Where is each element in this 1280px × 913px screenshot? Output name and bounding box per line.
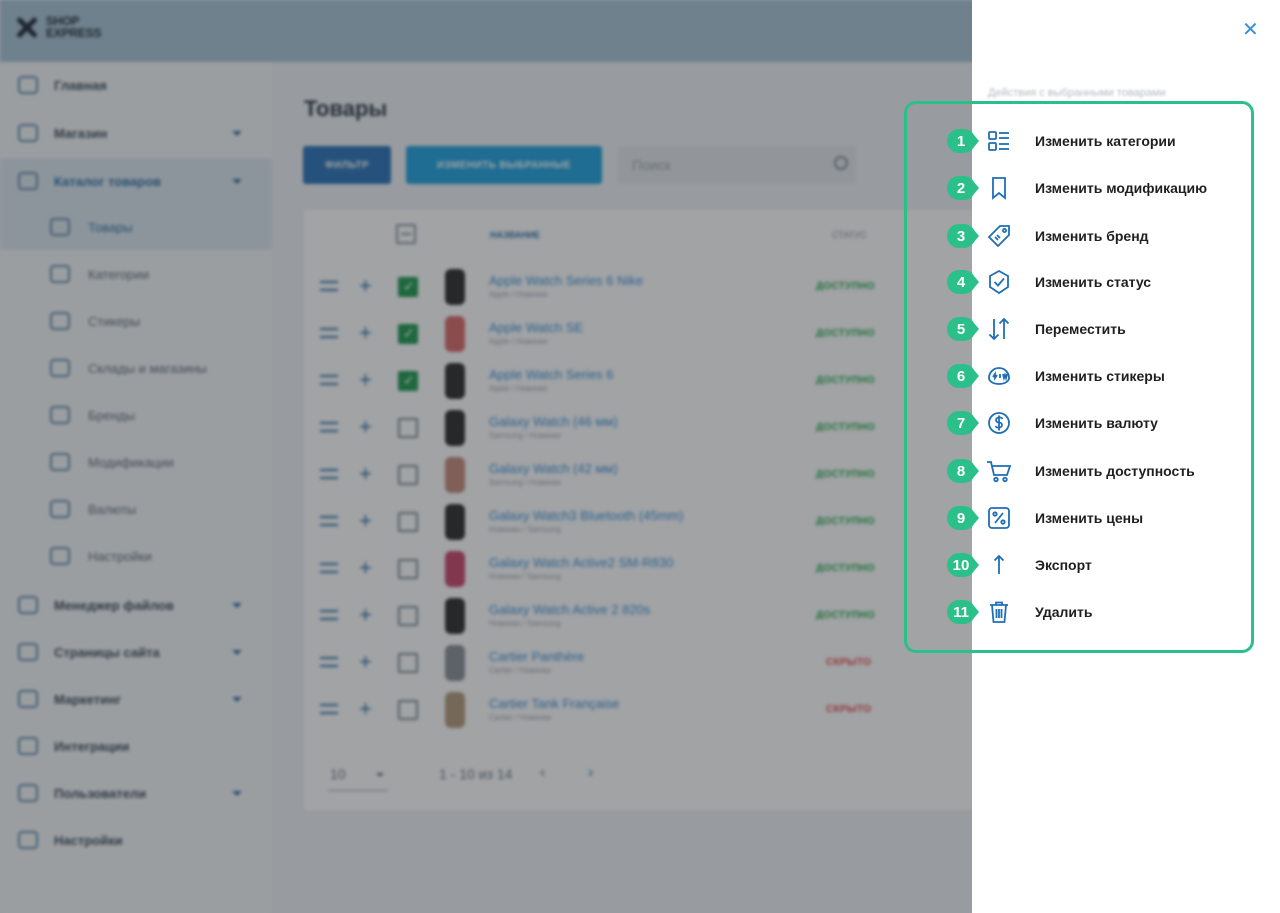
step-number: 5 <box>956 321 966 338</box>
step-number: 2 <box>956 180 966 197</box>
percent-icon <box>986 505 1012 531</box>
action-change-prices[interactable]: 9 Изменить цены <box>946 498 1246 538</box>
close-icon[interactable]: ✕ <box>1242 20 1259 40</box>
step-number: 6 <box>956 368 966 385</box>
step-number: 4 <box>956 274 966 291</box>
step-number: 1 <box>956 133 966 150</box>
step-number: 8 <box>956 463 966 480</box>
action-change-availability[interactable]: 8 Изменить доступность <box>946 451 1246 491</box>
step-badge: 5 <box>946 316 980 342</box>
step-badge: 8 <box>946 458 980 484</box>
step-number: 3 <box>956 228 966 245</box>
action-label: Изменить доступность <box>1035 463 1195 479</box>
step-badge: 10 <box>946 552 980 578</box>
action-label: Изменить бренд <box>1035 228 1149 244</box>
action-label: Удалить <box>1035 604 1093 620</box>
drawer-subtitle: Действия с выбранными товарами <box>988 87 1166 99</box>
action-move[interactable]: 5 Переместить <box>946 309 1246 349</box>
step-badge: 6 <box>946 363 980 389</box>
action-change-modification[interactable]: 2 Изменить модификацию <box>946 168 1246 208</box>
action-change-status[interactable]: 4 Изменить статус <box>946 262 1246 302</box>
step-number: 9 <box>956 510 966 527</box>
action-change-brand[interactable]: 3 Изменить бренд <box>946 216 1246 256</box>
sticker-icon <box>986 363 1012 389</box>
action-label: Изменить валюту <box>1035 415 1158 431</box>
step-badge: 2 <box>946 175 980 201</box>
action-change-categories[interactable]: 1 Изменить категории <box>946 121 1246 161</box>
cart-icon <box>986 458 1012 484</box>
step-number: 10 <box>952 557 970 574</box>
action-label: Изменить цены <box>1035 510 1144 526</box>
bookmark-icon <box>986 175 1012 201</box>
action-label: Изменить статус <box>1035 274 1152 290</box>
step-badge: 9 <box>946 505 980 531</box>
action-export[interactable]: 10 Экспорт <box>946 545 1246 585</box>
action-change-currency[interactable]: 7 Изменить валюту <box>946 403 1246 443</box>
step-badge: 7 <box>946 410 980 436</box>
step-badge: 11 <box>946 599 980 625</box>
step-badge: 1 <box>946 128 980 154</box>
export-arrow-icon <box>986 552 1012 578</box>
action-label: Изменить стикеры <box>1035 368 1165 384</box>
step-badge: 3 <box>946 223 980 249</box>
tag-icon <box>986 223 1012 249</box>
dollar-icon <box>986 410 1012 436</box>
trash-icon <box>986 599 1012 625</box>
step-badge: 4 <box>946 269 980 295</box>
action-delete[interactable]: 11 Удалить <box>946 592 1246 632</box>
action-label: Изменить модификацию <box>1035 180 1208 196</box>
action-change-stickers[interactable]: 6 Изменить стикеры <box>946 356 1246 396</box>
action-label: Переместить <box>1035 321 1126 337</box>
action-label: Экспорт <box>1035 557 1092 573</box>
step-number: 7 <box>956 415 966 432</box>
action-label: Изменить категории <box>1035 133 1176 149</box>
move-arrows-icon <box>986 316 1012 342</box>
status-check-icon <box>986 269 1012 295</box>
modal-overlay[interactable] <box>0 0 972 913</box>
step-number: 11 <box>953 604 969 621</box>
categories-icon <box>986 128 1012 154</box>
